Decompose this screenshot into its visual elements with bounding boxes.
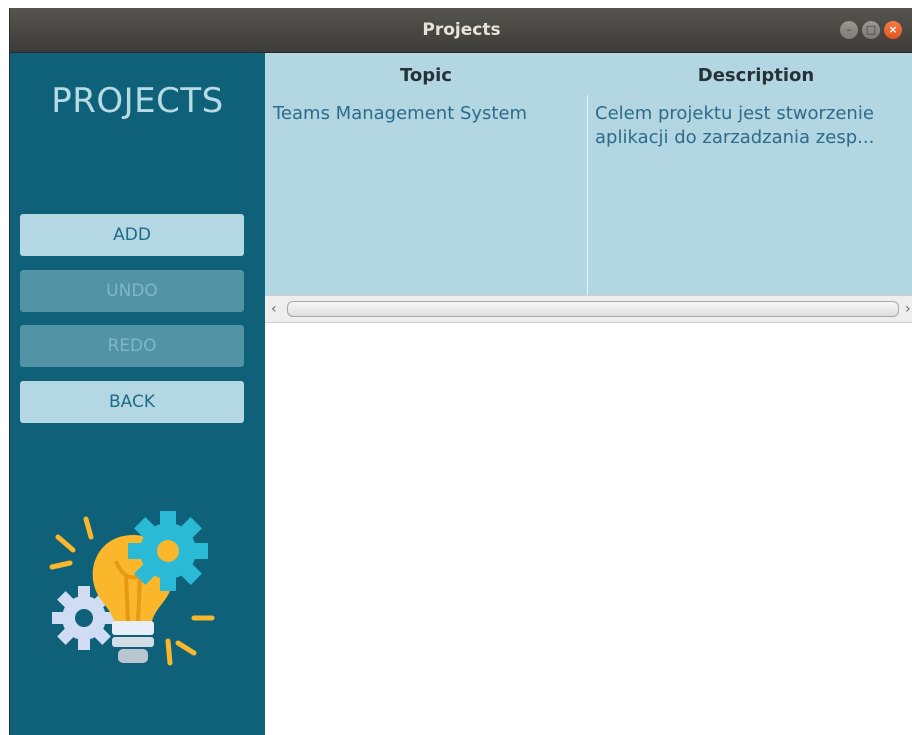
redo-button[interactable]: REDO [20, 325, 244, 367]
undo-button[interactable]: UNDO [20, 270, 244, 312]
table-row-topic[interactable]: Teams Management System [273, 102, 527, 126]
column-divider [587, 95, 588, 295]
description-line-1: Celem projektu jest stworzenie [595, 103, 874, 124]
window-title: Projects [422, 20, 501, 40]
add-button[interactable]: ADD [20, 214, 244, 256]
description-line-2: aplikacji do zarzadzania zesp... [595, 127, 875, 148]
table-row-description[interactable]: Celem projektu jest stworzenie aplikacji… [595, 102, 874, 150]
minimize-button[interactable]: – [840, 21, 858, 39]
column-header-topic[interactable]: Topic [265, 65, 587, 86]
maximize-button[interactable]: □ [862, 21, 880, 39]
scroll-left-icon[interactable]: ‹ [271, 300, 277, 318]
sidebar: PROJECTS ADD UNDO REDO BACK [10, 53, 265, 735]
scroll-right-icon[interactable]: › [905, 300, 911, 318]
back-button[interactable]: BACK [20, 381, 244, 423]
close-button[interactable]: × [884, 21, 902, 39]
projects-table[interactable]: Topic Description Teams Management Syste… [265, 53, 912, 323]
horizontal-scrollbar[interactable]: ‹ › [265, 295, 912, 323]
scrollbar-thumb[interactable] [287, 301, 899, 317]
lightbulb-gears-icon [49, 511, 215, 666]
title-bar[interactable]: Projects – □ × [10, 8, 912, 53]
sidebar-title: PROJECTS [51, 81, 224, 121]
app-window: Projects – □ × PROJECTS ADD UNDO REDO BA… [9, 8, 912, 735]
column-header-description[interactable]: Description [588, 65, 912, 86]
